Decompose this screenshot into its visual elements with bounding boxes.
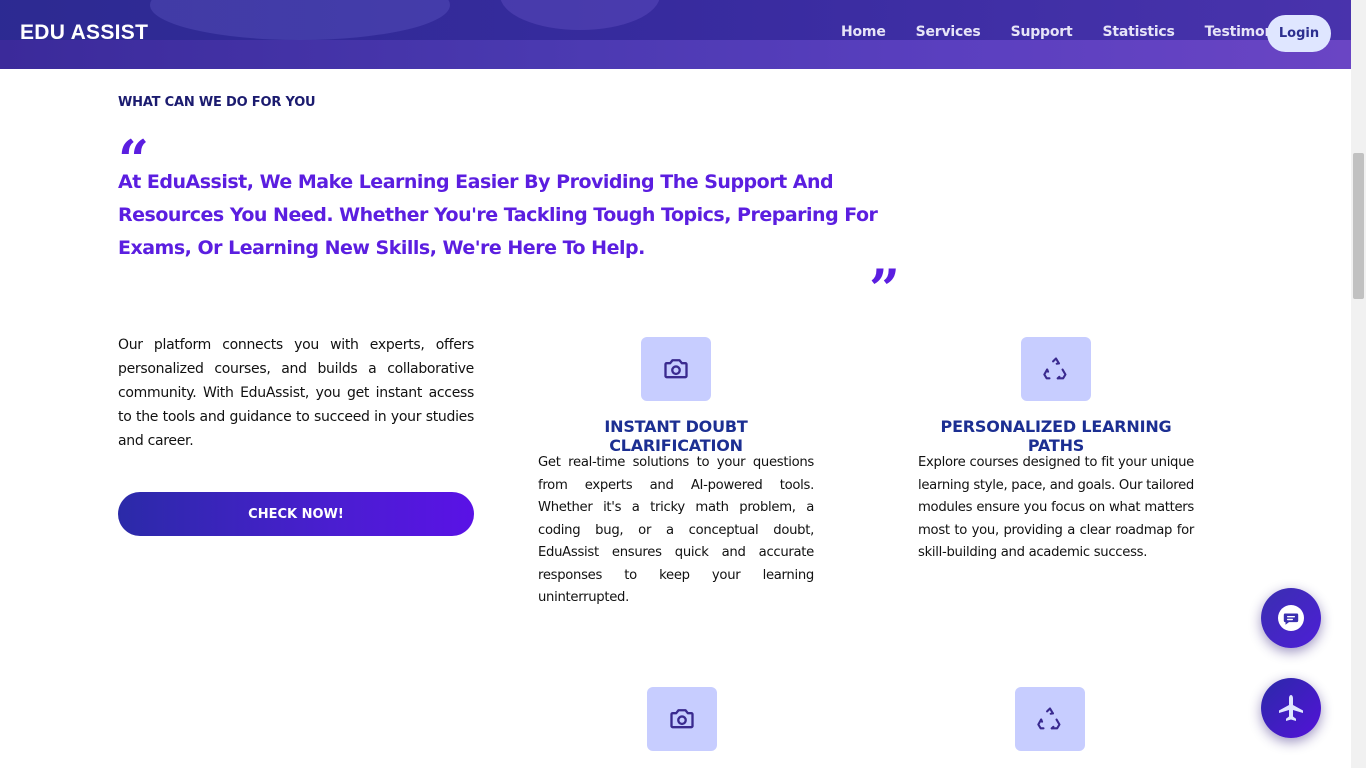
header-decoration [150, 0, 450, 40]
check-now-button[interactable]: CHECK NOW! [118, 492, 474, 536]
chat-icon [1278, 605, 1304, 631]
feature-icon-box [1015, 687, 1085, 751]
feature-title: PERSONALIZED LEARNING PATHS [940, 417, 1172, 455]
feature-description: Get real-time solutions to your question… [538, 455, 814, 605]
quote-text: At EduAssist, We Make Learning Easier By… [118, 171, 878, 259]
main-nav: Home Services Support Statistics Testimo… [841, 24, 1331, 40]
scrollbar-thumb[interactable] [1353, 153, 1364, 299]
header-decoration [500, 0, 660, 30]
brand-logo[interactable]: EDU ASSIST [20, 21, 148, 45]
camera-icon [664, 359, 688, 379]
nav-support[interactable]: Support [1011, 24, 1073, 40]
recycle-icon [1037, 707, 1061, 730]
quote-close-icon: ” [869, 262, 900, 292]
feature-title: INSTANT DOUBT CLARIFICATION [604, 417, 748, 455]
nav-statistics[interactable]: Statistics [1102, 24, 1174, 40]
quote-open-icon: “ [118, 133, 149, 163]
scrollbar-track[interactable] [1351, 0, 1366, 768]
feature-icon-box [1021, 337, 1091, 401]
chat-button[interactable] [1261, 588, 1321, 648]
nav-home[interactable]: Home [841, 24, 886, 40]
recycle-icon [1043, 357, 1067, 380]
plane-button[interactable] [1261, 678, 1321, 738]
intro-paragraph: Our platform connects you with experts, … [118, 337, 474, 449]
login-button[interactable]: Login [1267, 15, 1331, 52]
nav-services[interactable]: Services [916, 24, 981, 40]
section-label: WHAT CAN WE DO FOR YOU [118, 95, 316, 110]
feature-icon-box [647, 687, 717, 751]
plane-icon [1279, 695, 1303, 721]
camera-icon [670, 709, 694, 729]
feature-icon-box [641, 337, 711, 401]
feature-description: Explore courses designed to fit your uni… [918, 455, 1194, 560]
